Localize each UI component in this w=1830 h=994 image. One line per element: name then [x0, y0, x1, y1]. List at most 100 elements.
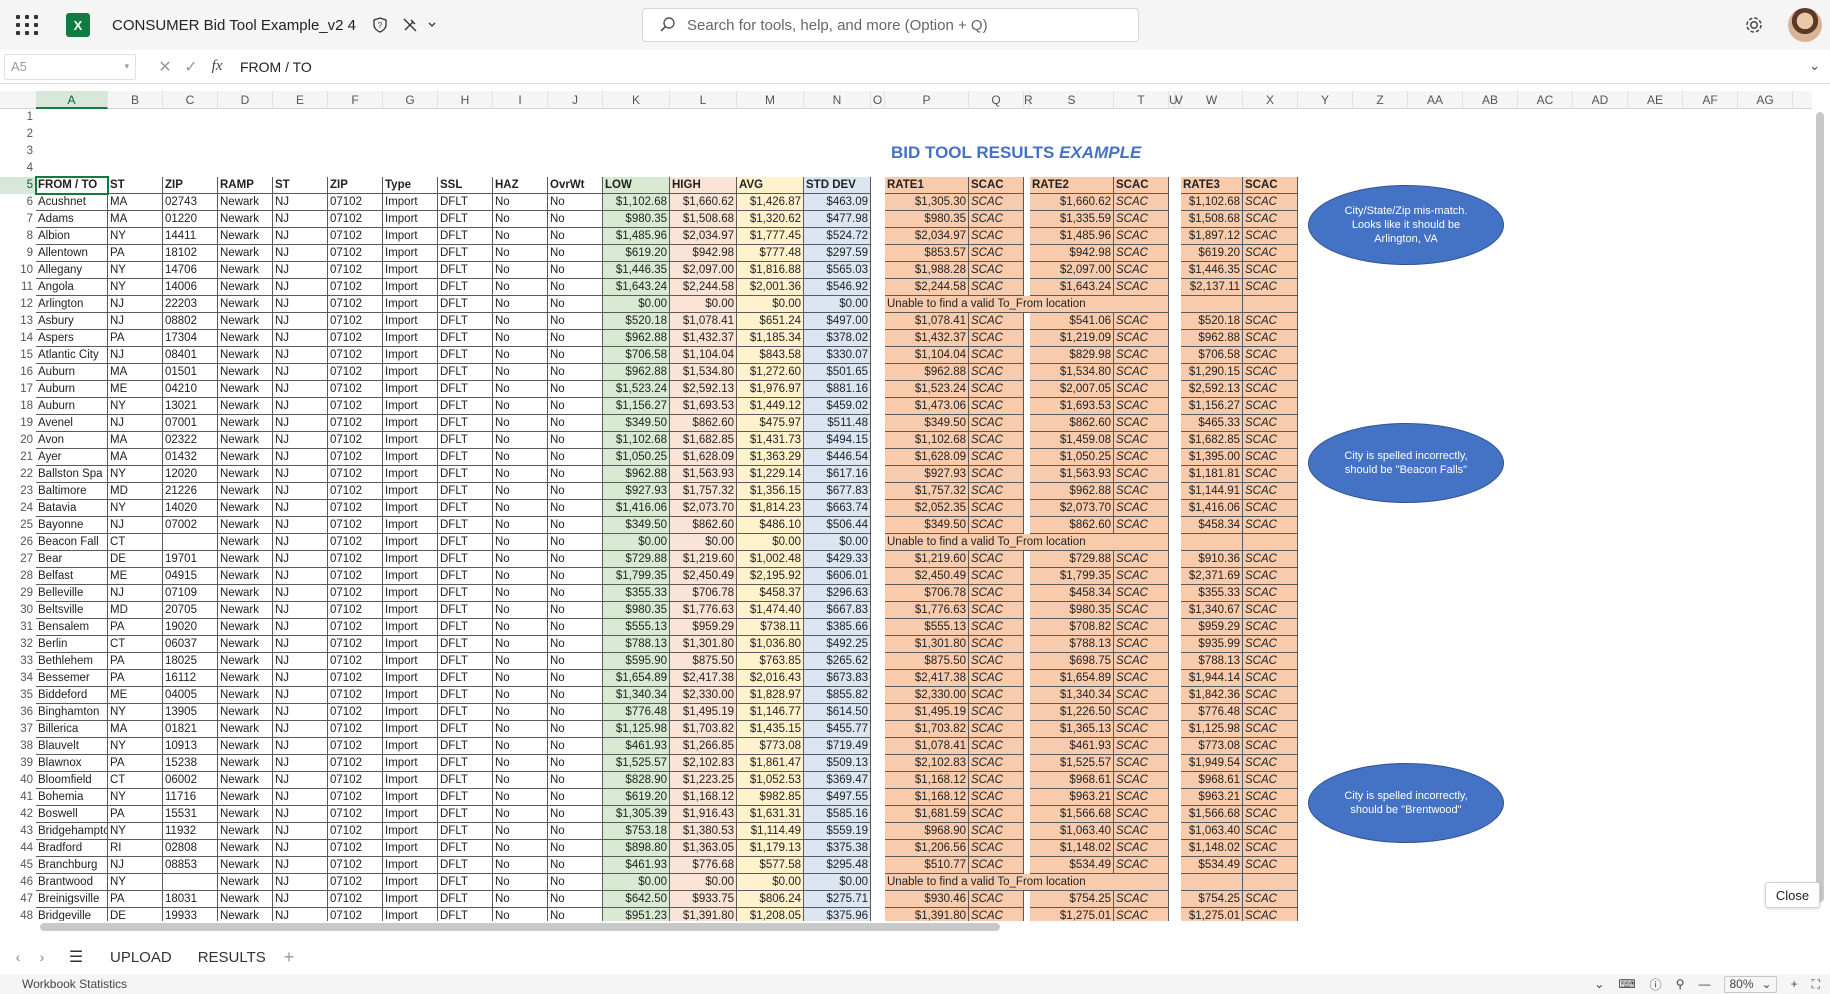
table-cell[interactable]: ME	[108, 687, 163, 704]
table-cell[interactable]: $788.13	[1030, 636, 1114, 653]
table-cell[interactable]: Newark	[218, 211, 273, 228]
row-header-22[interactable]: 22	[0, 466, 36, 483]
table-cell[interactable]: 07102	[328, 891, 383, 908]
row-header-36[interactable]: 36	[0, 704, 36, 721]
user-avatar[interactable]	[1788, 8, 1822, 42]
table-cell[interactable]: 01220	[163, 211, 218, 228]
table-cell[interactable]: 06002	[163, 772, 218, 789]
table-cell[interactable]: $1,473.06	[885, 398, 969, 415]
table-cell[interactable]: $559.19	[804, 823, 871, 840]
table-cell[interactable]: $1,660.62	[670, 194, 737, 211]
table-cell[interactable]: No	[548, 398, 603, 415]
table-cell[interactable]: $1,660.62	[1030, 194, 1114, 211]
table-cell[interactable]: No	[493, 806, 548, 823]
table-cell[interactable]: SCAC	[1114, 364, 1169, 381]
table-cell[interactable]: Import	[383, 483, 438, 500]
table-cell[interactable]: $520.18	[603, 313, 670, 330]
table-cell[interactable]: $0.00	[737, 874, 804, 891]
table-cell[interactable]: Newark	[218, 857, 273, 874]
table-cell[interactable]: SCAC	[1114, 245, 1169, 262]
table-cell[interactable]: $0.00	[603, 296, 670, 313]
table-cell[interactable]: SCAC	[1243, 194, 1298, 211]
table-cell[interactable]: $2,592.13	[670, 381, 737, 398]
table-cell[interactable]: $1,380.53	[670, 823, 737, 840]
table-cell[interactable]: 14411	[163, 228, 218, 245]
table-cell[interactable]: DFLT	[438, 228, 493, 245]
table-cell[interactable]: $1,114.49	[737, 823, 804, 840]
table-cell[interactable]: SCAC	[1114, 551, 1169, 568]
table-cell[interactable]: NJ	[273, 517, 328, 534]
table-cell[interactable]: NJ	[273, 398, 328, 415]
column-header-A[interactable]: A	[36, 91, 108, 109]
row-header-6[interactable]: 6	[0, 194, 36, 211]
table-cell[interactable]: $1,223.25	[670, 772, 737, 789]
table-cell[interactable]: 15531	[163, 806, 218, 823]
table-cell[interactable]: 15238	[163, 755, 218, 772]
table-cell[interactable]: $1,219.60	[885, 551, 969, 568]
table-cell[interactable]: $555.13	[603, 619, 670, 636]
table-cell[interactable]: 07102	[328, 534, 383, 551]
table-cell[interactable]: Import	[383, 228, 438, 245]
table-cell[interactable]: SCAC	[1114, 857, 1169, 874]
table-cell[interactable]: 07002	[163, 517, 218, 534]
table-cell[interactable]: Import	[383, 755, 438, 772]
table-cell[interactable]: $980.35	[885, 211, 969, 228]
table-cell[interactable]: Binghamton	[36, 704, 108, 721]
table-cell[interactable]: $0.00	[737, 534, 804, 551]
fullscreen-icon[interactable]: ⛶	[1812, 977, 1820, 992]
table-cell[interactable]: DFLT	[438, 381, 493, 398]
table-cell[interactable]: 07102	[328, 415, 383, 432]
table-cell[interactable]: Import	[383, 296, 438, 313]
table-cell[interactable]: No	[493, 398, 548, 415]
table-cell[interactable]: No	[493, 874, 548, 891]
row-header-17[interactable]: 17	[0, 381, 36, 398]
column-header-C[interactable]: C	[163, 91, 218, 109]
sheet-title[interactable]: BID TOOL RESULTS EXAMPLE	[891, 143, 1141, 163]
expand-formula-bar-icon[interactable]: ⌄	[1809, 58, 1820, 74]
table-cell[interactable]: $1,628.09	[670, 449, 737, 466]
table-cell[interactable]: SCAC	[969, 262, 1024, 279]
table-cell[interactable]: $375.96	[804, 908, 871, 921]
table-cell[interactable]: No	[548, 687, 603, 704]
table-cell[interactable]: $706.58	[1181, 347, 1243, 364]
header-cell[interactable]: SCAC	[1114, 177, 1169, 194]
table-cell[interactable]: $980.35	[603, 602, 670, 619]
table-cell[interactable]: No	[548, 789, 603, 806]
table-cell[interactable]: No	[548, 517, 603, 534]
table-cell[interactable]: $2,097.00	[1030, 262, 1114, 279]
table-cell[interactable]: $619.20	[1181, 245, 1243, 262]
table-cell[interactable]: $1,102.68	[603, 194, 670, 211]
table-cell[interactable]: $1,757.32	[670, 483, 737, 500]
table-cell[interactable]: 07102	[328, 653, 383, 670]
table-cell[interactable]: SCAC	[1114, 585, 1169, 602]
table-cell[interactable]: $1,363.29	[737, 449, 804, 466]
table-cell[interactable]: No	[493, 279, 548, 296]
table-cell[interactable]: 07102	[328, 687, 383, 704]
table-cell[interactable]: $754.25	[1181, 891, 1243, 908]
table-cell[interactable]: NJ	[273, 755, 328, 772]
table-cell[interactable]: $1,432.37	[670, 330, 737, 347]
table-cell[interactable]: SCAC	[1243, 738, 1298, 755]
table-cell[interactable]: SCAC	[1243, 789, 1298, 806]
table-cell[interactable]: $1,446.35	[603, 262, 670, 279]
row-header-37[interactable]: 37	[0, 721, 36, 738]
table-cell[interactable]: Newark	[218, 449, 273, 466]
table-cell[interactable]	[1181, 534, 1243, 551]
table-cell[interactable]: No	[493, 483, 548, 500]
table-cell[interactable]: No	[493, 755, 548, 772]
table-cell[interactable]: $1,828.97	[737, 687, 804, 704]
table-cell[interactable]: NJ	[108, 585, 163, 602]
table-cell[interactable]: $2,137.11	[1181, 279, 1243, 296]
next-sheet-icon[interactable]: ›	[30, 949, 54, 965]
table-cell[interactable]: SCAC	[969, 500, 1024, 517]
table-cell[interactable]: No	[548, 415, 603, 432]
table-cell[interactable]: DFLT	[438, 466, 493, 483]
table-cell[interactable]: $1,340.34	[1030, 687, 1114, 704]
table-cell[interactable]: Asbury	[36, 313, 108, 330]
column-header-S[interactable]: S	[1030, 91, 1114, 109]
table-cell[interactable]: $773.08	[737, 738, 804, 755]
table-cell[interactable]: 07109	[163, 585, 218, 602]
table-cell[interactable]: Import	[383, 738, 438, 755]
table-cell[interactable]: 13021	[163, 398, 218, 415]
table-cell[interactable]: No	[493, 500, 548, 517]
